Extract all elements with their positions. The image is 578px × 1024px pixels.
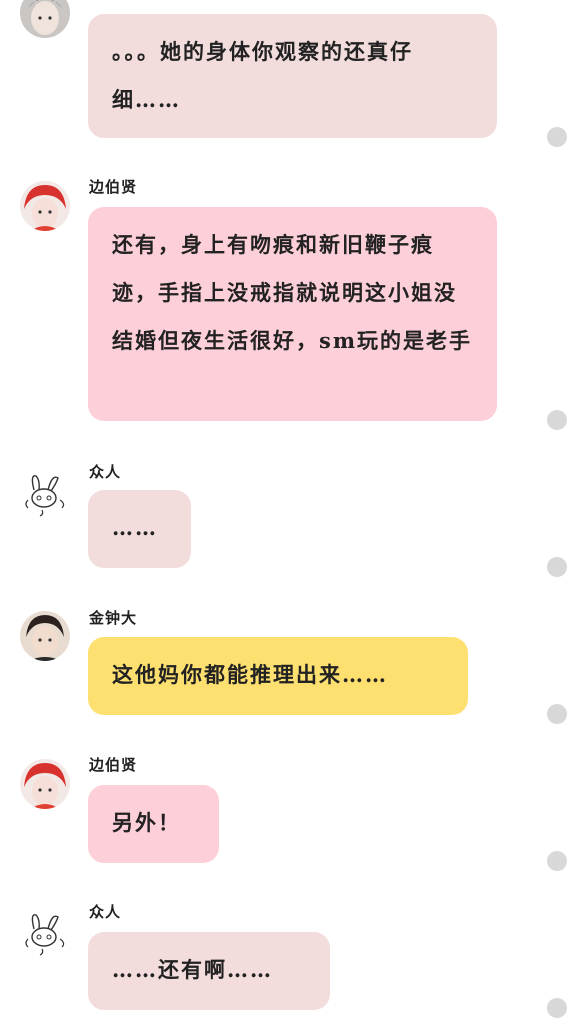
rabbit-sketch-avatar-icon — [20, 470, 70, 520]
sender-name: 众人 — [89, 903, 122, 921]
red-hair-boy-avatar-icon — [20, 181, 70, 231]
message-status-dot[interactable] — [547, 127, 567, 147]
message-status-dot[interactable] — [547, 851, 567, 871]
message-status-dot[interactable] — [547, 557, 567, 577]
boy-gray-avatar-icon — [20, 0, 70, 38]
message-status-dot[interactable] — [547, 704, 567, 724]
avatar[interactable] — [20, 181, 70, 231]
message-bubble[interactable]: 还有，身上有吻痕和新旧鞭子痕迹，手指上没戒指就说明这小姐没结婚但夜生活很好，sm… — [88, 207, 497, 421]
red-hair-boy-avatar-icon — [20, 759, 70, 809]
message-status-dot[interactable] — [547, 998, 567, 1018]
dark-hair-boy-avatar-icon — [20, 611, 70, 661]
sender-name: 金钟大 — [89, 609, 138, 627]
message-bubble[interactable]: ……还有啊…… — [88, 932, 330, 1010]
avatar[interactable] — [20, 611, 70, 661]
sender-name: 边伯贤 — [89, 756, 138, 774]
rabbit-sketch-avatar-icon — [20, 909, 70, 959]
avatar[interactable] — [20, 470, 70, 520]
avatar[interactable] — [20, 0, 70, 38]
avatar[interactable] — [20, 759, 70, 809]
message-bubble[interactable]: 。。。她的身体你观察的还真仔细…… — [88, 14, 497, 138]
message-bubble[interactable]: …… — [88, 490, 191, 568]
avatar[interactable] — [20, 909, 70, 959]
sender-name: 边伯贤 — [89, 178, 138, 196]
message-bubble[interactable]: 这他妈你都能推理出来…… — [88, 637, 468, 715]
message-status-dot[interactable] — [547, 410, 567, 430]
message-bubble[interactable]: 另外！ — [88, 785, 219, 863]
sender-name: 众人 — [89, 463, 122, 481]
